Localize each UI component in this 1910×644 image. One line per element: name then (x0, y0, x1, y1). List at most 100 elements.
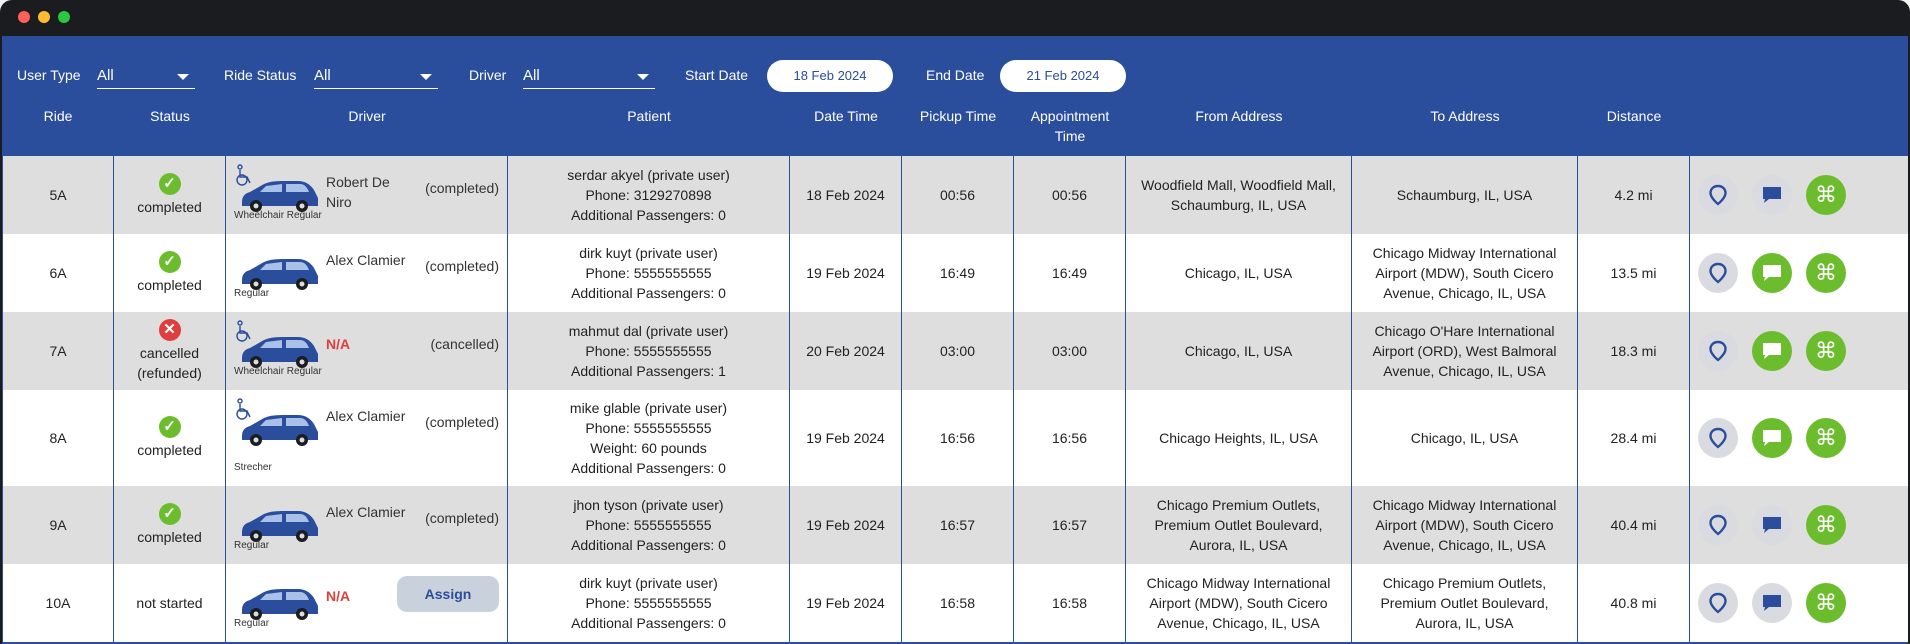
driver-name: Alex Clamier (326, 408, 406, 424)
to-address-cell: Chicago Premium Outlets, Premium Outlet … (1352, 564, 1578, 642)
driver-ride-state: (completed) (425, 180, 499, 196)
command-icon: ⌘ (1815, 182, 1837, 207)
from-address: Chicago Premium Outlets, Premium Outlet … (1154, 497, 1323, 553)
start-date-picker[interactable]: 18 Feb 2024 (767, 60, 893, 92)
to-address: Chicago O'Hare International Airport (OR… (1372, 323, 1557, 379)
app-window: User Type All Ride Status All Driver All… (0, 0, 1910, 644)
chat-button[interactable] (1752, 331, 1792, 371)
to-address-cell: Schaumburg, IL, USA (1352, 156, 1578, 234)
to-address-cell: Chicago, IL, USA (1352, 390, 1578, 486)
column-patient[interactable]: Patient (508, 106, 790, 126)
close-window-button[interactable] (18, 11, 30, 23)
column-driver[interactable]: Driver (226, 106, 508, 126)
table-row[interactable]: 6A ✓ completed Regular Alex Clamier (com… (2, 234, 1908, 313)
check-icon: ✓ (158, 503, 181, 525)
status-text: cancelled (139, 345, 200, 361)
table-row[interactable]: 10A not started Regular N/A Assign dirk … (2, 564, 1908, 643)
location-button[interactable] (1698, 253, 1738, 293)
user-type-select[interactable]: All (97, 58, 195, 89)
location-button[interactable] (1698, 175, 1738, 215)
assign-driver-button[interactable]: Assign (397, 576, 499, 612)
ride-date: 19 Feb 2024 (806, 595, 885, 611)
table-row[interactable]: 5A ✓ completed Wheelchair Regular Robert… (2, 156, 1908, 235)
location-button[interactable] (1698, 331, 1738, 371)
location-button[interactable] (1698, 583, 1738, 623)
location-button[interactable] (1698, 505, 1738, 545)
maximize-window-button[interactable] (58, 11, 70, 23)
column-pickup-time[interactable]: Pickup Time (902, 106, 1014, 126)
driver-select[interactable]: All (523, 58, 655, 89)
driver-ride-state: (completed) (425, 414, 499, 430)
column-date-time[interactable]: Date Time (790, 106, 902, 126)
pickup-time-cell: 00:56 (902, 156, 1014, 234)
command-button[interactable]: ⌘ (1806, 505, 1846, 545)
table-header: Ride Status Driver Patient Date Time Pic… (2, 100, 1908, 158)
chat-button[interactable] (1752, 583, 1792, 623)
end-date-picker[interactable]: 21 Feb 2024 (1000, 60, 1126, 92)
driver-value: All (523, 67, 540, 84)
driver-cell: Regular N/A Assign (226, 564, 508, 642)
command-button[interactable]: ⌘ (1806, 331, 1846, 371)
location-button[interactable] (1698, 418, 1738, 458)
ride-date: 20 Feb 2024 (806, 343, 885, 359)
status-cell: ✕ cancelled (refunded) (114, 312, 226, 390)
pickup-time: 16:57 (939, 517, 976, 533)
minimize-window-button[interactable] (38, 11, 50, 23)
pickup-time-cell: 03:00 (902, 312, 1014, 390)
chat-button[interactable] (1752, 418, 1792, 458)
patient-cell: dirk kuyt (private user) Phone: 55555555… (508, 234, 790, 312)
ride-status-select[interactable]: All (314, 58, 438, 89)
ride-date: 19 Feb 2024 (806, 265, 885, 281)
table-row[interactable]: 8A ✓ completed Strecher Alex Clamier (co… (2, 390, 1908, 487)
chat-bubble-icon (1763, 265, 1781, 281)
driver-filter-label: Driver (469, 67, 507, 83)
column-status[interactable]: Status (114, 106, 226, 126)
column-distance[interactable]: Distance (1578, 106, 1690, 126)
pickup-time-cell: 16:57 (902, 486, 1014, 564)
driver-cell: Wheelchair Regular N/A (cancelled) (226, 312, 508, 390)
distance-cell: 40.8 mi (1578, 564, 1690, 642)
driver-name: N/A (326, 588, 351, 604)
pickup-time: 16:58 (939, 595, 976, 611)
ride-id-cell: 9A (2, 486, 114, 564)
distance-cell: 40.4 mi (1578, 486, 1690, 564)
table-row[interactable]: 9A ✓ completed Regular Alex Clamier (com… (2, 486, 1908, 565)
map-pin-icon (1709, 262, 1727, 284)
status-cell: not started (114, 564, 226, 642)
table-row[interactable]: 7A ✕ cancelled (refunded) Wheelchair Reg… (2, 312, 1908, 391)
column-to-address[interactable]: To Address (1352, 106, 1578, 126)
distance-cell: 4.2 mi (1578, 156, 1690, 234)
patient-name: mahmut dal (private user) (568, 323, 729, 339)
appointment-time: 00:56 (1051, 187, 1088, 203)
filter-bar: User Type All Ride Status All Driver All… (2, 36, 1908, 94)
distance: 40.8 mi (1610, 595, 1657, 611)
from-address: Chicago Midway International Airport (MD… (1146, 575, 1331, 631)
ride-id-cell: 6A (2, 234, 114, 312)
column-from-address[interactable]: From Address (1126, 106, 1352, 126)
command-button[interactable]: ⌘ (1806, 418, 1846, 458)
ride-id: 10A (45, 595, 71, 611)
command-button[interactable]: ⌘ (1806, 583, 1846, 623)
appointment-time: 03:00 (1051, 343, 1088, 359)
chat-button[interactable] (1752, 253, 1792, 293)
appointment-time-cell: 03:00 (1014, 312, 1126, 390)
chat-button[interactable] (1752, 505, 1792, 545)
pickup-time-cell: 16:49 (902, 234, 1014, 312)
command-button[interactable]: ⌘ (1806, 253, 1846, 293)
column-appointment-time[interactable]: Appointment Time (1014, 106, 1126, 146)
patient-cell: mike glable (private user) Phone: 555555… (508, 390, 790, 486)
user-type-label: User Type (17, 67, 81, 83)
end-date-label: End Date (926, 67, 985, 83)
command-icon: ⌘ (1815, 512, 1837, 537)
patient-name: mike glable (private user) (569, 400, 728, 416)
row-actions: ⌘ (1690, 486, 1860, 564)
status-cell: ✓ completed (114, 390, 226, 486)
chat-button[interactable] (1752, 175, 1792, 215)
appointment-time-cell: 16:57 (1014, 486, 1126, 564)
pickup-time: 00:56 (939, 187, 976, 203)
date-time-cell: 19 Feb 2024 (790, 390, 902, 486)
column-ride[interactable]: Ride (2, 106, 114, 126)
patient-additional-passengers: Additional Passengers: 0 (571, 207, 726, 223)
command-button[interactable]: ⌘ (1806, 175, 1846, 215)
driver-ride-state: (completed) (425, 510, 499, 526)
